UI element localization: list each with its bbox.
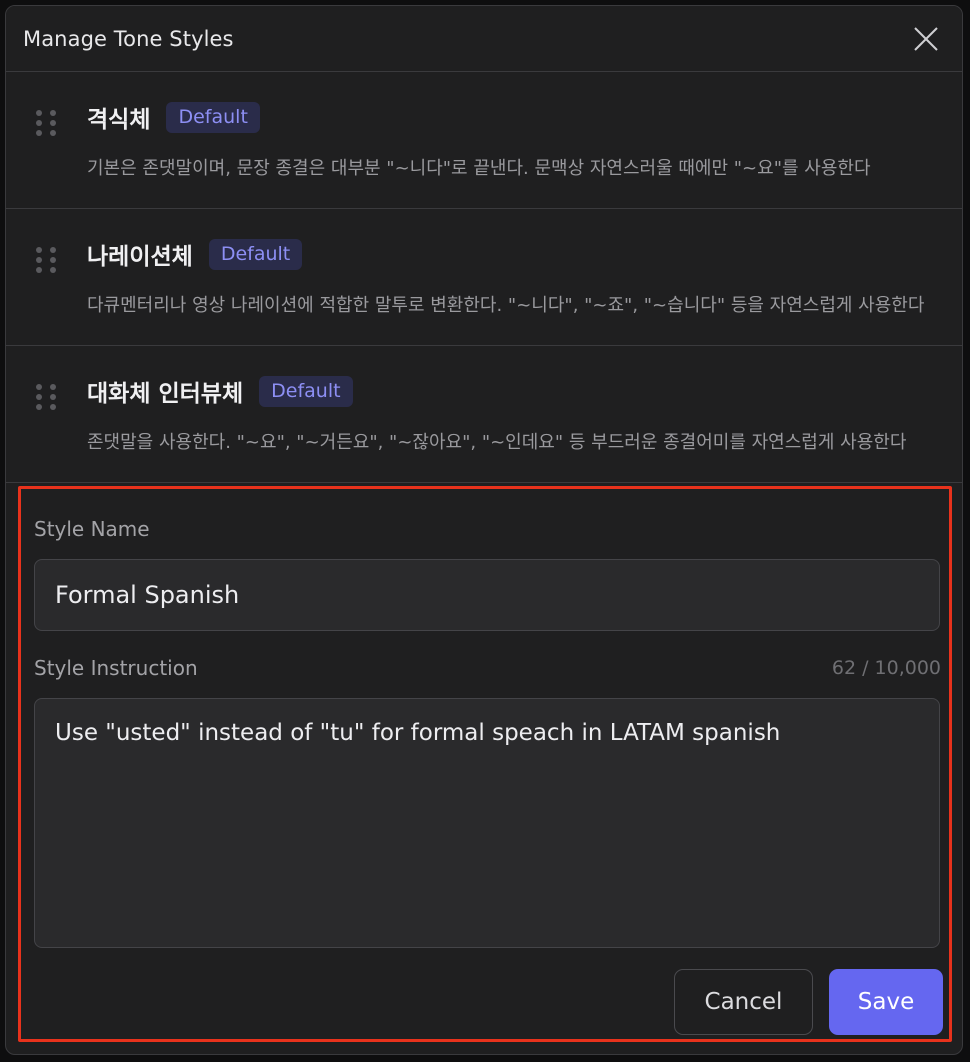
style-description: 존댓말을 사용한다. "~요", "~거든요", "~잖아요", "~인데요" … — [87, 432, 907, 453]
style-instruction-label: Style Instruction — [34, 656, 198, 680]
style-item-header: 대화체 인터뷰체 Default — [87, 374, 353, 408]
default-badge: Default — [166, 101, 260, 133]
style-name-label: Style Name — [34, 517, 150, 541]
style-instruction-textarea[interactable]: Use "usted" instead of "tu" for formal s… — [34, 698, 940, 948]
drag-handle-icon[interactable] — [36, 247, 58, 273]
default-badge: Default — [208, 238, 303, 270]
style-description: 기본은 존댓말이며, 문장 종결은 대부분 "~니다"로 끝낸다. 문맥상 자연… — [87, 158, 871, 179]
style-item-header: 나레이션체 Default — [87, 237, 303, 271]
cancel-button[interactable]: Cancel — [674, 969, 813, 1035]
save-button[interactable]: Save — [829, 969, 943, 1035]
style-name: 격식체 — [87, 107, 151, 133]
character-counter: 62 / 10,000 — [831, 657, 941, 679]
default-badge: Default — [259, 375, 353, 407]
dialog-header: Manage Tone Styles — [6, 6, 962, 72]
style-item[interactable]: 나레이션체 Default 다큐멘터리나 영상 나레이션에 적합한 말투로 변환… — [6, 209, 962, 346]
close-button[interactable] — [906, 19, 946, 59]
style-item-header: 격식체 Default — [87, 100, 260, 134]
manage-tone-styles-dialog: Manage Tone Styles 격식체 Default 기본은 존댓말이며… — [5, 5, 963, 1055]
style-name: 대화체 인터뷰체 — [87, 381, 244, 407]
style-item[interactable]: 격식체 Default 기본은 존댓말이며, 문장 종결은 대부분 "~니다"로… — [6, 72, 962, 209]
drag-handle-icon[interactable] — [36, 110, 58, 136]
style-name: 나레이션체 — [87, 244, 193, 270]
drag-handle-icon[interactable] — [36, 384, 58, 410]
style-description: 다큐멘터리나 영상 나레이션에 적합한 말투로 변환한다. "~니다", "~죠… — [87, 295, 925, 316]
style-item[interactable]: 대화체 인터뷰체 Default 존댓말을 사용한다. "~요", "~거든요"… — [6, 346, 962, 483]
dialog-title: Manage Tone Styles — [23, 26, 234, 51]
style-name-input[interactable] — [34, 559, 940, 631]
new-style-form: Style Name Style Instruction 62 / 10,000… — [18, 486, 952, 1042]
close-icon — [914, 26, 938, 51]
